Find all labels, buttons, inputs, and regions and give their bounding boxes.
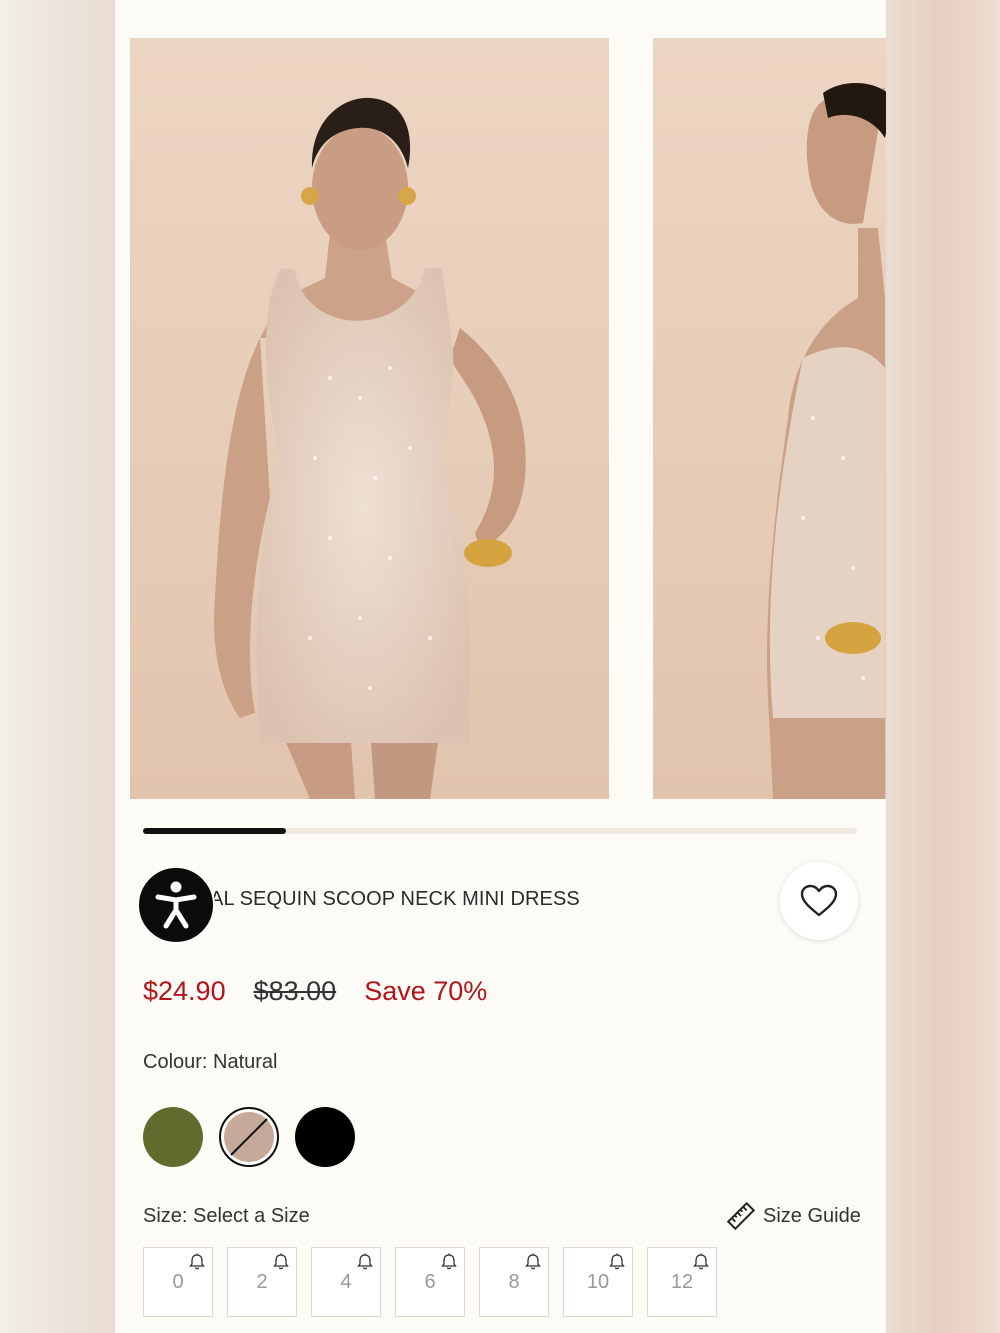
size-option[interactable]: 6 — [395, 1247, 465, 1317]
sale-price: $24.90 — [143, 976, 226, 1006]
price-row: $24.90 $83.00 Save 70% — [143, 976, 487, 1007]
size-option[interactable]: 12 — [647, 1247, 717, 1317]
size-value: 4 — [340, 1270, 352, 1293]
image-gallery[interactable] — [130, 38, 886, 799]
bell-icon — [525, 1253, 541, 1270]
product-image-side[interactable] — [653, 38, 886, 799]
product-image-front[interactable] — [130, 38, 609, 799]
gallery-progress-track — [143, 828, 857, 834]
ruler-icon — [727, 1202, 755, 1230]
bell-icon — [609, 1253, 625, 1270]
gallery-progress-fill — [143, 828, 286, 834]
size-option[interactable]: 2 — [227, 1247, 297, 1317]
accessibility-button[interactable] — [137, 866, 215, 944]
size-value: 0 — [172, 1270, 184, 1293]
colour-swatches — [143, 1107, 355, 1167]
swatch-black[interactable] — [295, 1107, 355, 1167]
size-option[interactable]: 0 — [143, 1247, 213, 1317]
savings-label: Save 70% — [364, 976, 488, 1006]
bell-icon — [189, 1253, 205, 1270]
swatch-natural[interactable] — [219, 1107, 279, 1167]
size-option[interactable]: 10 — [563, 1247, 633, 1317]
size-option[interactable]: 4 — [311, 1247, 381, 1317]
bell-icon — [273, 1253, 289, 1270]
size-guide-link[interactable]: Size Guide — [727, 1202, 861, 1230]
unavailable-slash-icon — [230, 1118, 268, 1156]
accessibility-icon — [155, 881, 197, 929]
original-price: $83.00 — [253, 976, 337, 1006]
swatch-olive[interactable] — [143, 1107, 203, 1167]
product-title: AL SEQUIN SCOOP NECK MINI DRESS — [210, 888, 580, 910]
bell-icon — [441, 1253, 457, 1270]
size-value: 6 — [424, 1270, 436, 1293]
wishlist-button[interactable] — [780, 862, 858, 940]
product-page: AL SEQUIN SCOOP NECK MINI DRESS $24.90 $… — [115, 0, 886, 1333]
size-label: Size: Select a Size — [143, 1205, 310, 1227]
size-value: 8 — [508, 1270, 520, 1293]
bell-icon — [357, 1253, 373, 1270]
size-value: 12 — [670, 1270, 694, 1293]
size-option[interactable]: 8 — [479, 1247, 549, 1317]
size-options: 0 2 4 6 8 10 12 — [143, 1247, 717, 1317]
heart-icon — [800, 884, 838, 917]
size-value: 2 — [256, 1270, 268, 1293]
size-value: 10 — [586, 1270, 610, 1293]
size-guide-label: Size Guide — [763, 1204, 861, 1227]
bell-icon — [693, 1253, 709, 1270]
colour-label: Colour: Natural — [143, 1051, 278, 1073]
